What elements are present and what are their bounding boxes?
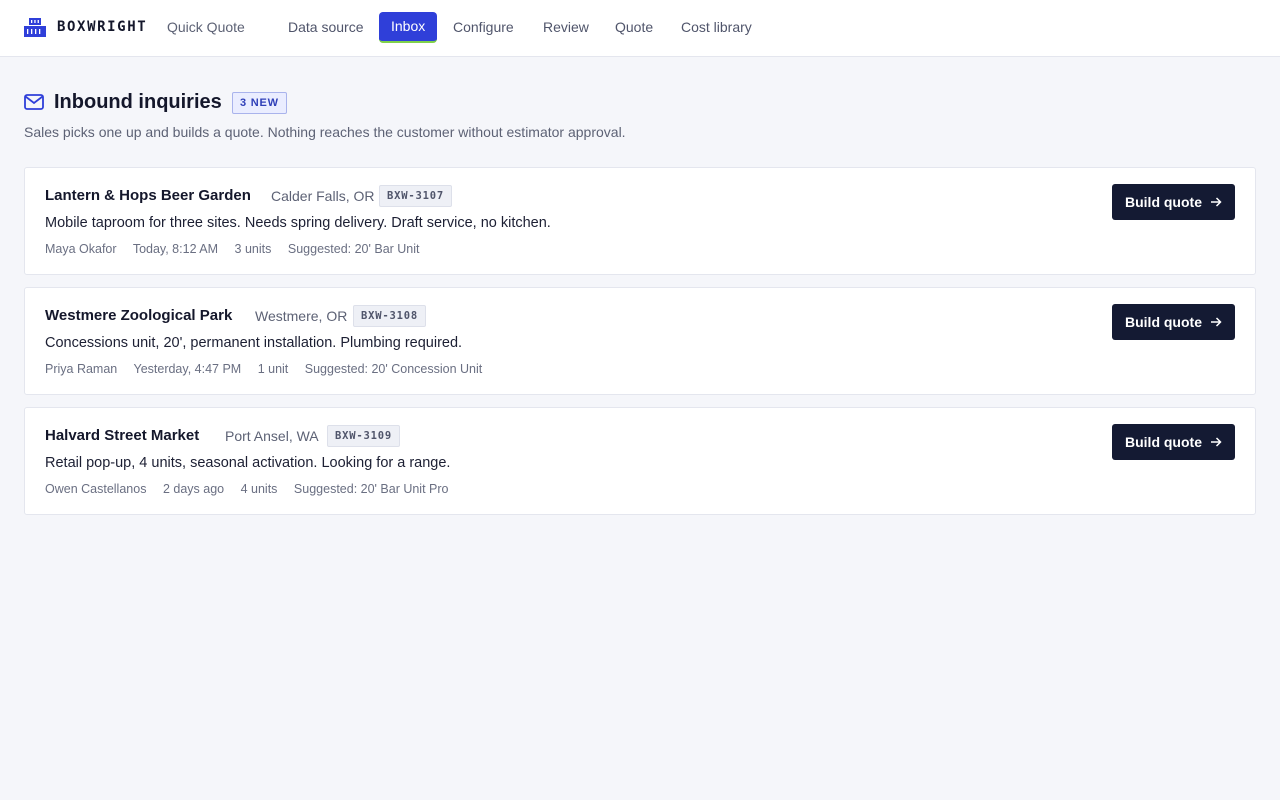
inquiry-units: 4 units	[240, 482, 278, 496]
inquiry-location: Calder Falls, OR	[271, 188, 375, 204]
inquiry-meta: Priya Raman Yesterday, 4:47 PM 1 unit Su…	[45, 362, 495, 376]
inquiry-name: Halvard Street Market	[45, 427, 200, 444]
build-quote-button[interactable]: Build quote	[1112, 304, 1235, 340]
logo-icon	[24, 18, 46, 37]
inquiry-reference: BXW-3109	[327, 425, 400, 447]
new-count-badge: 3 NEW	[232, 92, 287, 114]
inquiry-contact: Owen Castellanos	[45, 482, 147, 496]
inquiry-meta: Maya Okafor Today, 8:12 AM 3 units Sugge…	[45, 242, 433, 256]
inquiry-description: Concessions unit, 20', permanent install…	[45, 335, 463, 351]
inquiry-description: Retail pop-up, 4 units, seasonal activat…	[45, 455, 451, 471]
nav-cost-library[interactable]: Cost library	[669, 12, 764, 43]
mail-icon	[24, 94, 44, 110]
inquiry-time: 2 days ago	[162, 482, 225, 496]
build-quote-button[interactable]: Build quote	[1112, 424, 1235, 460]
inquiry-units: 1 unit	[257, 362, 289, 376]
inquiry-suggested: Suggested: 20' Concession Unit	[304, 362, 483, 376]
inquiry-reference: BXW-3107	[379, 185, 452, 207]
build-quote-label: Build quote	[1125, 194, 1202, 210]
inquiry-name: Westmere Zoological Park	[45, 307, 233, 324]
inquiry-card: Westmere Zoological Park Westmere, OR BX…	[24, 287, 1256, 395]
arrow-right-icon	[1211, 437, 1222, 447]
inquiry-name: Lantern & Hops Beer Garden	[45, 187, 251, 204]
arrow-right-icon	[1211, 317, 1222, 327]
build-quote-label: Build quote	[1125, 314, 1202, 330]
inquiry-units: 3 units	[234, 242, 272, 256]
inquiry-contact: Priya Raman	[45, 362, 118, 376]
inquiry-contact: Maya Okafor	[45, 242, 117, 256]
inquiry-reference: BXW-3108	[353, 305, 426, 327]
top-bar: BOXWRIGHT Quick Quote Data source Inbox …	[0, 0, 1280, 57]
nav-quote[interactable]: Quote	[603, 12, 665, 43]
page-subtitle: Sales picks one up and builds a quote. N…	[24, 124, 626, 140]
build-quote-label: Build quote	[1125, 434, 1202, 450]
nav-review[interactable]: Review	[531, 12, 601, 43]
inquiry-suggested: Suggested: 20' Bar Unit	[287, 242, 420, 256]
inquiry-location: Port Ansel, WA	[225, 428, 319, 444]
inquiry-card: Lantern & Hops Beer Garden Calder Falls,…	[24, 167, 1256, 275]
nav-inbox[interactable]: Inbox	[379, 12, 438, 43]
brand-name: BOXWRIGHT	[57, 19, 148, 35]
inquiry-suggested: Suggested: 20' Bar Unit Pro	[293, 482, 449, 496]
build-quote-button[interactable]: Build quote	[1112, 184, 1235, 220]
page-title: Inbound inquiries	[54, 91, 222, 113]
product-name: Quick Quote	[167, 19, 245, 35]
arrow-right-icon	[1211, 197, 1222, 207]
inquiry-time: Today, 8:12 AM	[132, 242, 219, 256]
nav-data-source[interactable]: Data source	[276, 12, 375, 43]
inquiry-description: Mobile taproom for three sites. Needs sp…	[45, 215, 551, 231]
inquiry-card: Halvard Street Market Port Ansel, WA BXW…	[24, 407, 1256, 515]
nav-configure[interactable]: Configure	[441, 12, 526, 43]
inquiry-meta: Owen Castellanos 2 days ago 4 units Sugg…	[45, 482, 461, 496]
inquiry-location: Westmere, OR	[255, 308, 348, 324]
inquiry-time: Yesterday, 4:47 PM	[133, 362, 242, 376]
